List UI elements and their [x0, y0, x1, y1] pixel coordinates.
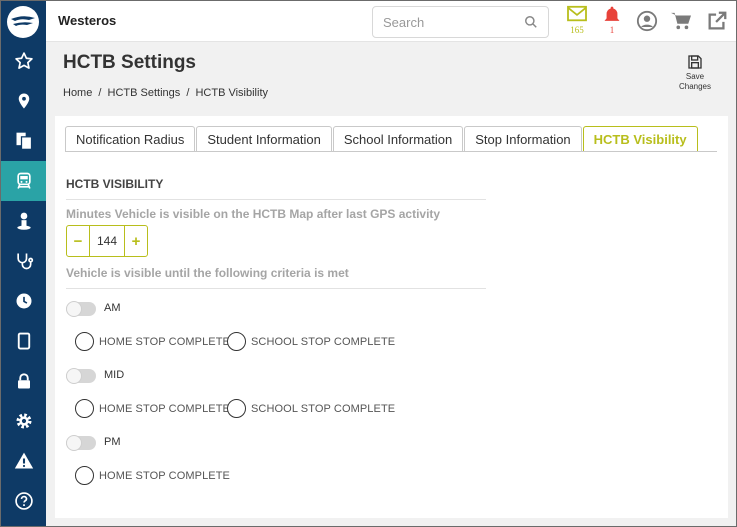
minutes-stepper: − 144 + — [66, 225, 148, 257]
criteria-divider — [66, 288, 486, 289]
sidebar-item-help[interactable] — [1, 481, 46, 521]
toggle-knob — [66, 435, 82, 451]
settings-panel: Notification Radius Student Information … — [55, 116, 728, 518]
messages-button[interactable]: 165 — [565, 5, 589, 39]
sidebar — [1, 1, 46, 526]
sidebar-item-students[interactable] — [1, 201, 46, 241]
breadcrumb-separator: / — [186, 87, 190, 99]
radio-label: HOME STOP COMPLETE — [99, 469, 230, 482]
main-content: HCTB Settings Home / HCTB Settings / HCT… — [46, 42, 736, 526]
mid-toggle[interactable] — [66, 368, 96, 384]
alerts-button[interactable]: 1 — [600, 5, 624, 39]
tab-bar: Notification Radius Student Information … — [65, 126, 699, 152]
radio-circle — [227, 332, 246, 351]
tab-student-information[interactable]: Student Information — [196, 126, 332, 152]
external-link-icon — [708, 11, 727, 30]
sidebar-item-history[interactable] — [1, 281, 46, 321]
profile-button[interactable] — [636, 10, 658, 37]
am-toggle[interactable] — [66, 301, 96, 317]
sidebar-item-settings[interactable] — [1, 401, 46, 441]
radio-circle — [75, 466, 94, 485]
sidebar-item-transportation[interactable] — [1, 161, 46, 201]
warning-icon — [14, 452, 33, 469]
student-icon — [16, 212, 31, 230]
envelope-icon — [567, 5, 587, 22]
section-divider — [66, 199, 486, 200]
toggle-knob — [66, 301, 82, 317]
documents-icon — [16, 132, 32, 150]
user-avatar-icon — [636, 10, 658, 32]
sidebar-item-health[interactable] — [1, 241, 46, 281]
bell-icon — [604, 6, 620, 21]
breadcrumb-current: HCTB Visibility — [195, 87, 268, 99]
cart-button[interactable] — [670, 11, 692, 36]
sidebar-item-locations[interactable] — [1, 81, 46, 121]
radio-label: SCHOOL STOP COMPLETE — [251, 402, 396, 415]
clock-icon — [16, 293, 31, 309]
sidebar-item-security[interactable] — [1, 361, 46, 401]
changes-label: Changes — [678, 82, 712, 91]
radio-label: HOME STOP COMPLETE — [99, 335, 230, 348]
criteria-label: Vehicle is visible until the following c… — [66, 266, 349, 280]
map-pin-icon — [18, 93, 29, 109]
organization-name: Westeros — [58, 13, 117, 28]
pm-toggle-label: PM — [104, 436, 121, 448]
messages-count: 165 — [570, 25, 584, 35]
star-icon — [14, 52, 33, 69]
am-toggle-label: AM — [104, 302, 121, 314]
search-icon[interactable] — [524, 15, 538, 29]
external-link-button[interactable] — [706, 10, 728, 37]
breadcrumb-separator: / — [98, 87, 102, 99]
cart-icon — [671, 12, 691, 30]
toggle-knob — [66, 368, 82, 384]
radio-label: HOME STOP COMPLETE — [99, 402, 230, 415]
tab-notification-radius[interactable]: Notification Radius — [65, 126, 196, 152]
radio-label: SCHOOL STOP COMPLETE — [251, 335, 396, 348]
app-logo[interactable] — [7, 6, 39, 38]
radio-circle — [75, 399, 94, 418]
alerts-count: 1 — [609, 25, 615, 35]
breadcrumb: Home / HCTB Settings / HCTB Visibility — [63, 87, 271, 99]
tablet-icon — [17, 332, 30, 350]
tab-school-information[interactable]: School Information — [332, 126, 464, 152]
tab-hctb-visibility[interactable]: HCTB Visibility — [582, 126, 698, 152]
mid-school-stop-option[interactable]: SCHOOL STOP COMPLETE — [227, 399, 395, 418]
minutes-label: Minutes Vehicle is visible on the HCTB M… — [66, 207, 441, 221]
lock-icon — [17, 373, 30, 389]
sidebar-item-documents[interactable] — [1, 121, 46, 161]
stethoscope-icon — [16, 253, 33, 270]
pm-home-stop-option[interactable]: HOME STOP COMPLETE — [75, 466, 230, 485]
mid-home-stop-option[interactable]: HOME STOP COMPLETE — [75, 399, 230, 418]
section-title: HCTB VISIBILITY — [66, 177, 164, 191]
sidebar-item-devices[interactable] — [1, 321, 46, 361]
sidebar-item-favorites[interactable] — [1, 41, 46, 81]
sidebar-item-alerts[interactable] — [1, 441, 46, 481]
help-icon — [14, 492, 33, 510]
breadcrumb-hctb-settings[interactable]: HCTB Settings — [108, 87, 181, 99]
save-changes-button[interactable]: Save Changes — [673, 54, 717, 92]
increment-button[interactable]: + — [125, 226, 147, 256]
tab-stop-information[interactable]: Stop Information — [464, 126, 582, 152]
save-label: Save — [685, 72, 705, 81]
search-box — [372, 6, 549, 38]
decrement-button[interactable]: − — [67, 226, 89, 256]
search-input[interactable] — [383, 14, 513, 31]
radio-circle — [227, 399, 246, 418]
minutes-value[interactable]: 144 — [89, 226, 125, 256]
am-school-stop-option[interactable]: SCHOOL STOP COMPLETE — [227, 332, 395, 351]
bus-icon — [16, 172, 31, 189]
top-bar: Westeros 165 1 — [46, 1, 736, 42]
page-title: HCTB Settings — [63, 52, 196, 73]
breadcrumb-home[interactable]: Home — [63, 87, 92, 99]
am-home-stop-option[interactable]: HOME STOP COMPLETE — [75, 332, 230, 351]
pm-toggle[interactable] — [66, 435, 96, 451]
tab-divider — [65, 151, 717, 152]
save-icon — [688, 55, 702, 69]
mid-toggle-label: MID — [104, 369, 125, 381]
gear-icon — [16, 413, 31, 429]
app-window: Westeros 165 1 HCTB Settings Home / HCTB… — [0, 0, 737, 527]
radio-circle — [75, 332, 94, 351]
